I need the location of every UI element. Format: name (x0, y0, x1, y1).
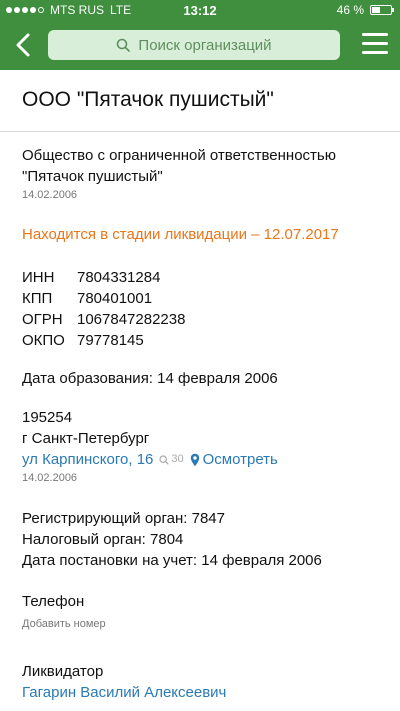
code-label: КПП (22, 290, 53, 307)
address-date: 14.02.2006 (22, 472, 78, 484)
view-location-link[interactable]: Осмотреть (190, 449, 278, 470)
code-row-ogrn: ОГРН 1067847282238 (22, 309, 382, 330)
liquidation-status: Находится в стадии ликвидации – 12.07.20… (22, 226, 339, 243)
menu-button[interactable] (362, 33, 388, 55)
battery-info: 46 % (336, 3, 394, 17)
battery-percent: 46 % (336, 3, 364, 17)
add-phone-link[interactable]: Добавить номер (22, 615, 382, 633)
registering-authority: Регистрирующий орган: 7847 (22, 510, 225, 527)
code-value: 1067847282238 (77, 311, 186, 328)
back-button[interactable] (10, 30, 38, 60)
liquidator-label: Ликвидатор (22, 663, 104, 680)
phone-label: Телефон (22, 593, 85, 610)
tax-authority: Налоговый орган: 7804 (22, 531, 184, 548)
code-label: ИНН (22, 269, 55, 286)
view-location-label: Осмотреть (202, 451, 278, 468)
address-zip: 195254 (22, 409, 73, 426)
page-title: ООО "Пятачок пушистый" (22, 88, 274, 111)
code-row-kpp: КПП 780401001 (22, 288, 382, 309)
battery-level (372, 7, 381, 13)
address-city: г Санкт-Петербург (22, 430, 150, 447)
title-row: ООО "Пятачок пушистый" (0, 70, 400, 132)
full-name-line2: "Пятачок пушистый" (22, 168, 163, 185)
tax-registration-date: Дата постановки на учет: 14 февраля 2006 (22, 552, 322, 569)
code-value: 780401001 (77, 290, 153, 307)
full-name-line1: Общество с ограниченной ответственностью (22, 147, 336, 164)
search-icon (159, 454, 170, 465)
search-input[interactable]: Поиск организаций (48, 30, 340, 60)
address-street-link[interactable]: ул Карпинского, 16 (22, 449, 153, 470)
nav-bar: Поиск организаций (0, 20, 400, 70)
chevron-left-icon (16, 33, 30, 57)
code-value: 79778145 (77, 332, 144, 349)
search-placeholder: Поиск организаций (138, 36, 272, 54)
battery-icon (370, 5, 394, 15)
full-name: Общество с ограниченной ответственностью… (22, 145, 382, 187)
org-details: Общество с ограниченной ответственностью… (22, 132, 382, 703)
registration-date: Дата образования: 14 февраля 2006 (22, 370, 278, 387)
views-count: 30 (171, 453, 184, 465)
code-row-inn: ИНН 7804331284 (22, 267, 382, 288)
code-value: 7804331284 (77, 269, 161, 286)
status-bar: MTS RUS LTE 13:12 46 % (0, 0, 400, 20)
address-block: 195254 г Санкт-Петербург ул Карпинского,… (22, 407, 382, 486)
liquidator-name-link[interactable]: Гагарин Василий Алексеевич (22, 682, 382, 703)
search-icon (117, 38, 131, 52)
code-label: ОКПО (22, 332, 65, 349)
code-row-okpo: ОКПО 79778145 (22, 330, 382, 351)
authorities-block: Регистрирующий орган: 7847 Налоговый орг… (22, 508, 382, 571)
hamburger-icon (362, 33, 388, 54)
code-label: ОГРН (22, 311, 63, 328)
address-views: 30 (159, 449, 184, 470)
name-date: 14.02.2006 (22, 189, 78, 201)
map-pin-icon (190, 453, 199, 466)
address-street-line: ул Карпинского, 16 30 Осмотреть (22, 449, 382, 470)
codes-list: ИНН 7804331284 КПП 780401001 ОГРН 106784… (22, 267, 382, 351)
